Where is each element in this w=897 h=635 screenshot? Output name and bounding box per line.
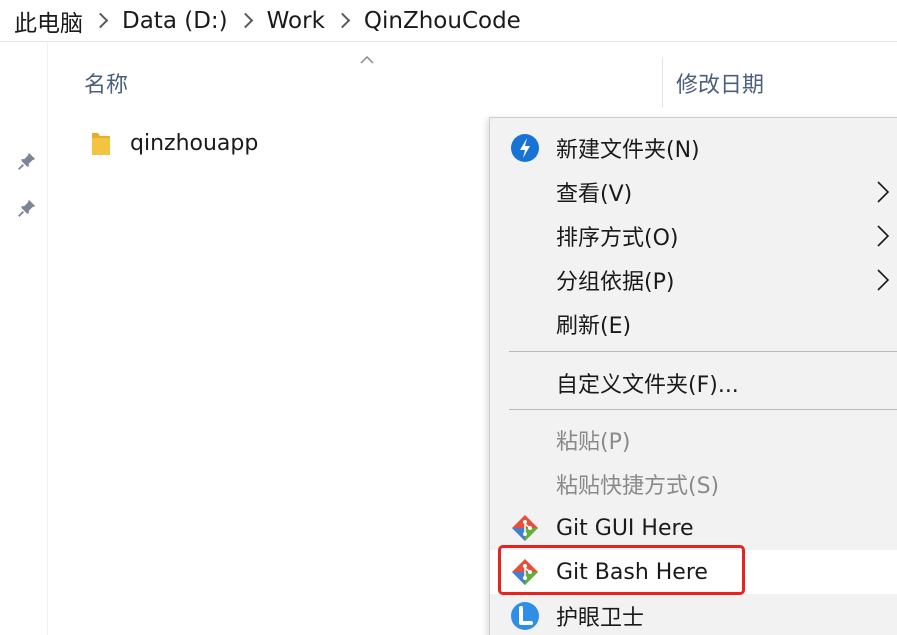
- column-header-name[interactable]: 名称: [84, 60, 128, 106]
- chevron-right-icon[interactable]: [92, 12, 109, 29]
- breadcrumb: 此电脑 Data (D:) Work QinZhouCode: [0, 0, 897, 42]
- annotation-highlight-box: [498, 545, 745, 595]
- menu-item-label: Git GUI Here: [556, 515, 694, 541]
- menu-item-label: 新建文件夹(N): [556, 138, 700, 163]
- folder-icon: [92, 133, 110, 155]
- menu-item-new-folder[interactable]: 新建文件夹(N): [490, 126, 897, 170]
- menu-item-view[interactable]: 查看(V): [490, 170, 897, 214]
- chevron-right-icon[interactable]: [237, 12, 253, 29]
- menu-item-label: 查看(V): [556, 182, 633, 207]
- explorer-window: 此电脑 Data (D:) Work QinZhouCode 名称 修改日期 q…: [0, 0, 897, 635]
- menu-item-sort-by[interactable]: 排序方式(O): [490, 214, 897, 258]
- git-icon: [512, 515, 538, 541]
- file-name[interactable]: qinzhouapp: [130, 131, 258, 156]
- menu-item-label: 自定义文件夹(F)...: [556, 373, 739, 398]
- menu-item-paste[interactable]: 粘贴(P): [490, 418, 897, 462]
- menu-item-label: 分组依据(P): [556, 270, 675, 295]
- chevron-right-icon: [877, 181, 890, 203]
- chevron-right-icon[interactable]: [334, 12, 351, 29]
- breadcrumb-item-work[interactable]: Work: [267, 8, 325, 34]
- menu-separator: [509, 409, 897, 410]
- menu-item-refresh[interactable]: 刷新(E): [490, 302, 897, 346]
- chevron-right-icon: [877, 269, 890, 291]
- menu-item-label: 粘贴(P): [556, 430, 631, 455]
- menu-item-label: 刷新(E): [556, 314, 632, 339]
- sort-ascending-icon: [360, 56, 374, 64]
- chevron-right-icon: [877, 225, 890, 247]
- menu-item-label: 粘贴快捷方式(S): [556, 474, 720, 499]
- new-folder-icon: [511, 134, 539, 162]
- list-item[interactable]: qinzhouapp: [84, 124, 258, 162]
- column-divider[interactable]: [662, 58, 663, 108]
- breadcrumb-item-qinzhoucode[interactable]: QinZhouCode: [364, 8, 521, 34]
- menu-item-group-by[interactable]: 分组依据(P): [490, 258, 897, 302]
- menu-item-label: 护眼卫士: [556, 606, 645, 631]
- menu-item-eye-care[interactable]: 护眼卫士: [490, 594, 897, 635]
- breadcrumb-item-this-pc[interactable]: 此电脑: [14, 4, 83, 38]
- breadcrumb-item-data-drive[interactable]: Data (D:): [122, 8, 228, 34]
- navigation-pane: [0, 43, 48, 635]
- menu-item-label: 排序方式(O): [556, 226, 679, 251]
- column-header-date-modified[interactable]: 修改日期: [676, 60, 764, 106]
- menu-item-paste-shortcut[interactable]: 粘贴快捷方式(S): [490, 462, 897, 506]
- eye-care-icon: [511, 602, 539, 630]
- menu-item-git-gui-here[interactable]: Git GUI Here: [490, 506, 897, 550]
- pin-icon[interactable]: [16, 197, 38, 219]
- menu-separator: [509, 351, 897, 352]
- menu-item-customize-folder[interactable]: 自定义文件夹(F)...: [490, 361, 897, 405]
- pin-icon[interactable]: [16, 150, 38, 172]
